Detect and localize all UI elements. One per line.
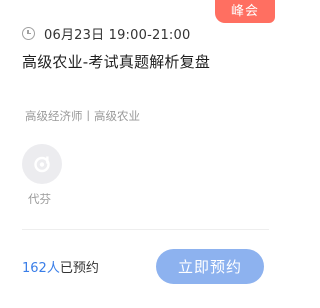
reserve-button[interactable]: 立即预约 <box>156 249 264 284</box>
teacher-avatar[interactable] <box>22 144 62 184</box>
teacher-name: 代芬 <box>28 192 51 206</box>
clock-icon <box>22 26 35 40</box>
schedule-row: 06月23日 19:00-21:00 <box>22 24 191 43</box>
course-title[interactable]: 高级农业-考试真题解析复盘 <box>22 51 210 72</box>
booking-count-label: 已预约 <box>59 261 99 276</box>
booking-count-number: 162人 <box>22 261 60 276</box>
avatar-logo-icon <box>33 155 51 173</box>
event-badge: 峰会 <box>215 0 275 23</box>
divider <box>22 229 269 230</box>
course-tags: 高级经济师丨高级农业 <box>25 109 140 123</box>
booking-count: 162人已预约 <box>22 257 99 276</box>
schedule-text: 06月23日 19:00-21:00 <box>44 27 191 43</box>
course-card[interactable]: 峰会 06月23日 19:00-21:00 高级农业-考试真题解析复盘 高级经济… <box>0 0 289 308</box>
